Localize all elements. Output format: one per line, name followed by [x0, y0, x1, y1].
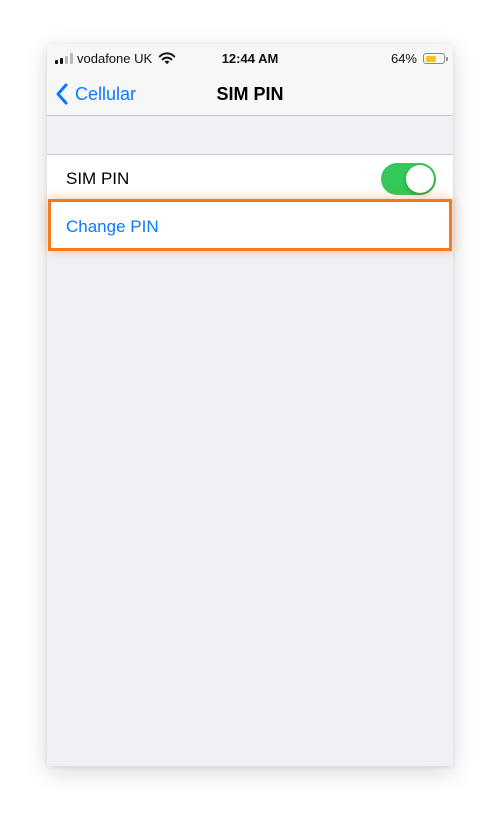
- battery-fill: [425, 55, 437, 62]
- sim-pin-label: SIM PIN: [66, 169, 130, 188]
- battery-percentage: 64%: [390, 51, 417, 66]
- change-pin-label: Change PIN: [66, 217, 159, 236]
- battery-icon: [423, 53, 448, 64]
- sim-pin-row: SIM PIN: [47, 155, 453, 202]
- sim-pin-toggle[interactable]: [381, 163, 436, 195]
- status-bar: vodafone UK 12:44 AM 64%: [47, 44, 453, 72]
- battery-nub: [446, 57, 448, 61]
- page-title: SIM PIN: [216, 84, 284, 104]
- toggle-knob: [406, 165, 434, 193]
- screenshot-canvas: vodafone UK 12:44 AM 64% Cellular SIM PI…: [0, 0, 500, 815]
- settings-group: SIM PIN Change PIN: [47, 154, 453, 251]
- phone-screen: vodafone UK 12:44 AM 64% Cellular SIM PI…: [47, 44, 453, 766]
- navigation-bar: Cellular SIM PIN: [47, 72, 453, 116]
- change-pin-row[interactable]: Change PIN: [47, 202, 453, 251]
